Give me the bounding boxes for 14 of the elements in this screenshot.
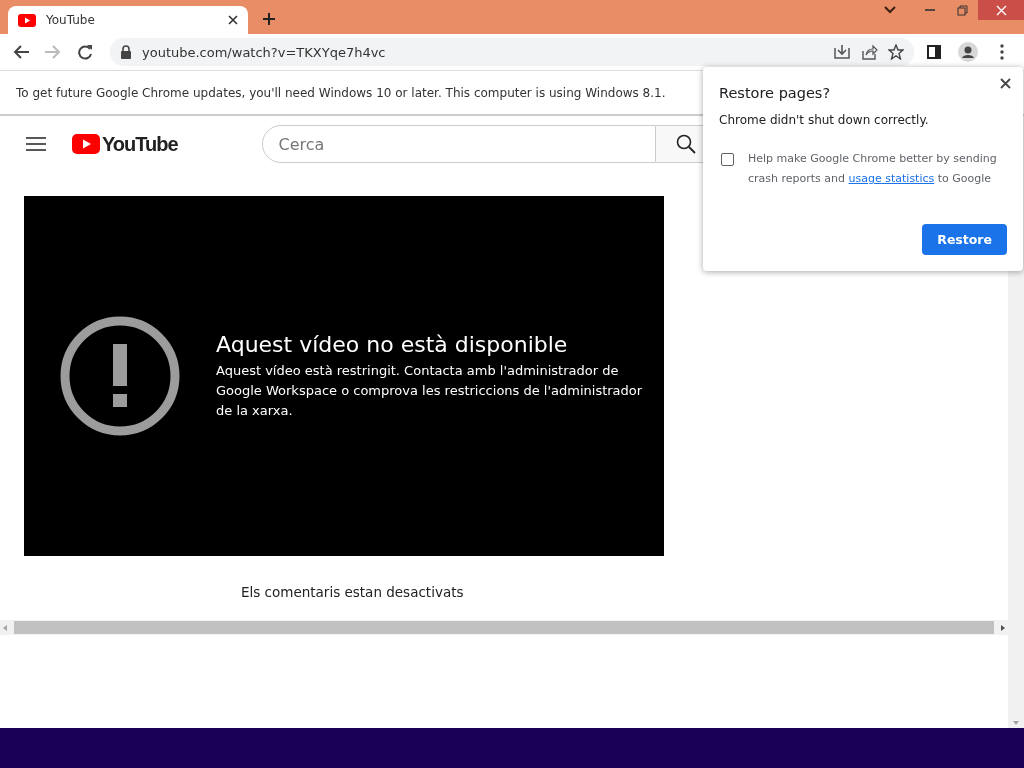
restore-button[interactable]: Restore (922, 224, 1007, 255)
url-text: youtube.com/watch?v=TKXYqe7h4vc (142, 44, 387, 60)
address-bar[interactable]: youtube.com/watch?v=TKXYqe7h4vc (110, 38, 914, 66)
checkbox-label: Help make Google Chrome better by sending crash reports and usage statistics to Google (748, 151, 998, 187)
comments-disabled-text: Els comentaris estan desactivats (241, 584, 465, 600)
video-restricted-message: Aquest vídeo està restringit. Contacta amb l'administrador de Google Workspace o comprova les restriccions de l'administrador de la xarxa. (216, 361, 644, 420)
video-unavailable-title: Aquest vídeo no està disponible (216, 331, 569, 357)
usage-statistics-link[interactable]: usage statistics (848, 172, 935, 185)
dialog-title: Restore pages? (719, 85, 832, 101)
dialog-message: Chrome didn't shut down correctly. (719, 113, 930, 127)
youtube-logo[interactable]: YouTube (72, 132, 178, 156)
tab-title: YouTube (46, 13, 96, 27)
browser-tab[interactable]: YouTube (8, 6, 248, 34)
search-field[interactable]: Cerca (261, 125, 656, 163)
